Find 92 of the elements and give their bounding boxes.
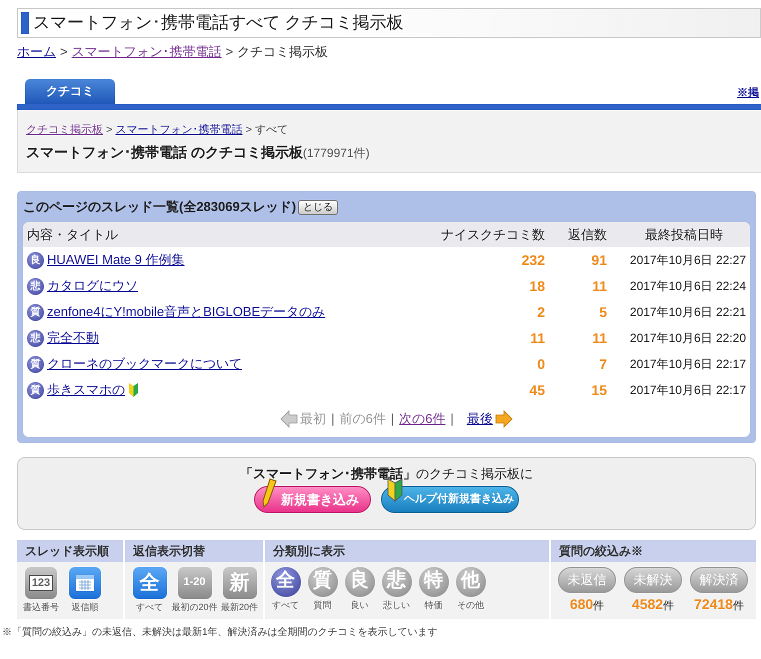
left-arrow-icon (280, 410, 298, 428)
post-count: (1779971件) (302, 146, 370, 162)
filter-label: 特価 (424, 598, 442, 612)
post-date: 2017年10月6日 22:21 (628, 304, 746, 321)
right-arrow-icon (494, 410, 513, 428)
post-prompt: 「スマートフォン･携帯電話」のクチコミ掲示板に (240, 464, 533, 482)
filter-count: 72418 (694, 594, 733, 614)
breadcrumb-separator: > (245, 122, 252, 138)
category-badge: 悲 (27, 330, 44, 346)
post-date: 2017年10月6日 22:24 (628, 278, 746, 295)
side-link[interactable]: ※掲 (737, 87, 759, 99)
category-badge: 質 (27, 304, 44, 320)
column-header: 内容・タイトル (27, 226, 119, 244)
pager-link: 最初 (280, 409, 326, 428)
nice-count: 0 (536, 354, 545, 374)
tab[interactable]: クチコミ (25, 78, 115, 104)
filter-label: 良い (350, 598, 368, 612)
breadcrumb-separator: > (106, 122, 112, 138)
reply-filter-button[interactable]: 全 (132, 566, 166, 598)
count-unit: 件 (593, 598, 604, 614)
filter-label: 悲しい (383, 598, 410, 612)
reply-count: 11 (591, 328, 607, 348)
category-badge: 悲 (27, 278, 44, 294)
thread-link[interactable]: クローネのブックマークについて (47, 354, 242, 374)
reply-count: 5 (598, 302, 607, 322)
page-title: スマートフォン･携帯電話すべて クチコミ掲示板 (33, 12, 404, 34)
filter-label: 質問 (314, 598, 332, 612)
filter-heading: 分類別に表示 (265, 540, 549, 562)
number-order-button[interactable]: 123 (25, 566, 57, 598)
count-unit: 件 (663, 598, 674, 614)
thread-link[interactable]: 完全不動 (47, 328, 99, 348)
calendar-button[interactable] (69, 566, 101, 598)
title-marker (21, 12, 29, 34)
filter-label: すべて (136, 600, 163, 614)
help-post-button[interactable]: ヘルプ付新規書き込み (381, 486, 519, 513)
post-date: 2017年10月6日 22:17 (628, 356, 746, 373)
category-badge: 質 (27, 382, 44, 398)
footnote: ※「質問の絞込み」の未返信、未解決は最新1年、解決済みは全期間のクチコミを表示しています (2, 626, 439, 640)
filter-label: 返信順 (72, 600, 98, 614)
breadcrumb-current: クチコミ掲示板 (237, 43, 328, 61)
pager-separator: | (390, 410, 394, 428)
breadcrumb-link[interactable]: クチコミ掲示板 (26, 122, 103, 138)
new-post-button[interactable]: 新規書き込み (254, 486, 371, 513)
nice-count: 2 (536, 302, 545, 322)
thread-link[interactable]: HUAWEI Mate 9 作例集 (47, 250, 184, 270)
pager-link[interactable]: 最後 (466, 409, 513, 428)
filter-count: 680 (570, 594, 594, 614)
pager-separator: | (331, 410, 335, 428)
pager-separator: | (450, 410, 454, 428)
filter-label: 最新20件 (220, 600, 258, 614)
nice-count: 11 (529, 328, 545, 348)
filter-label: 最初の20件 (172, 600, 218, 614)
thread-link[interactable]: zenfone4にY!mobile音声とBIGLOBEデータのみ (47, 302, 326, 322)
column-header: 最終投稿日時 (644, 226, 724, 244)
category-badge: 質 (27, 356, 44, 372)
breadcrumb-current: すべて (254, 122, 288, 138)
filter-count: 4582 (632, 594, 664, 614)
reply-count: 15 (590, 380, 607, 400)
filter-label: 書込番号 (23, 600, 59, 614)
close-button[interactable]: とじる (298, 200, 338, 214)
calendar-icon (75, 574, 95, 592)
post-date: 2017年10月6日 22:20 (628, 330, 746, 347)
reply-count: 11 (591, 276, 607, 296)
filter-heading: 質問の絞込み※ (551, 540, 756, 562)
nice-count: 45 (528, 380, 545, 400)
breadcrumb-separator: > (60, 43, 68, 61)
breadcrumb-separator: > (226, 43, 234, 61)
board-heading: スマートフォン･携帯電話 のクチコミ掲示板 (26, 143, 303, 162)
count-unit: 件 (732, 598, 744, 614)
nice-count: 18 (528, 276, 545, 296)
reply-count: 91 (590, 250, 607, 270)
category-filter-button[interactable]: 全 (270, 566, 300, 596)
thread-link[interactable]: カタログにウソ (47, 276, 138, 296)
column-header: 返信数 (567, 226, 607, 244)
reply-count: 7 (598, 354, 607, 374)
filter-label: すべて (272, 598, 299, 612)
breadcrumb-link[interactable]: スマートフォン･携帯電話 (115, 122, 242, 138)
post-date: 2017年10月6日 22:27 (628, 252, 746, 269)
breadcrumb-link[interactable]: ホーム (17, 42, 56, 62)
category-badge: 良 (27, 252, 44, 268)
post-date: 2017年10月6日 22:17 (628, 382, 746, 399)
breadcrumb-link[interactable]: スマートフォン･携帯電話 (72, 42, 222, 62)
filter-label: その他 (457, 598, 484, 612)
pencil-icon (260, 478, 278, 508)
beginner-mark-icon (387, 478, 403, 502)
nice-count: 232 (520, 250, 545, 270)
filter-heading: スレッド表示順 (17, 540, 123, 562)
thread-list-title: このページのスレッド一覧(全283069スレッド) (23, 198, 296, 216)
thread-link[interactable]: 歩きスマホの (47, 380, 125, 400)
filter-heading: 返信表示切替 (125, 540, 263, 562)
column-header: ナイスクチコミ数 (440, 226, 545, 244)
pager-link: 前の6件 (340, 410, 386, 428)
